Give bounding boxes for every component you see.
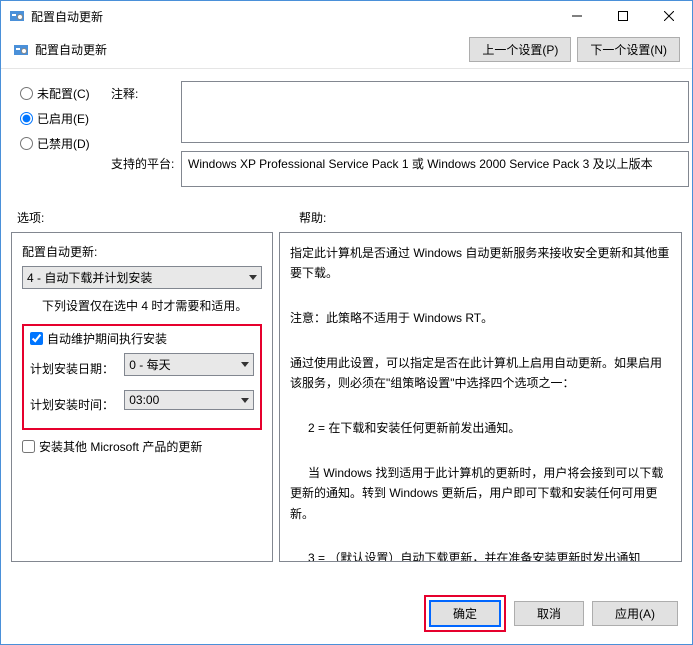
comment-label: 注释: [111,87,138,101]
help-text: 通过使用此设置，可以指定是否在此计算机上启用自动更新。如果启用该服务，则必须在"… [290,353,671,394]
radio-label: 已启用(E) [37,110,89,127]
prev-setting-button[interactable]: 上一个设置(P) [469,37,571,62]
help-panel: 指定此计算机是否通过 Windows 自动更新服务来接收安全更新和其他重要下载。… [279,232,682,562]
select-value: 4 - 自动下载并计划安装 [27,269,152,286]
window-icon [9,8,25,24]
help-text: 2 = 在下载和安装任何更新前发出通知。 [290,418,671,438]
chevron-down-icon [241,398,249,403]
radio-label: 未配置(C) [37,85,90,102]
options-panel: 配置自动更新: 4 - 自动下载并计划安装 下列设置仅在选中 4 时才需要和适用… [11,232,273,562]
policy-title: 配置自动更新 [35,41,469,58]
radio-label: 已禁用(D) [37,135,90,152]
radio-disabled[interactable]: 已禁用(D) [17,135,111,152]
radio-enabled[interactable]: 已启用(E) [17,110,111,127]
checkbox-label: 安装其他 Microsoft 产品的更新 [39,438,202,455]
help-text: 指定此计算机是否通过 Windows 自动更新服务来接收安全更新和其他重要下载。 [290,243,671,284]
platform-text: Windows XP Professional Service Pack 1 或… [181,151,689,187]
chevron-down-icon [241,362,249,367]
maximize-button[interactable] [600,1,646,31]
window-title: 配置自动更新 [31,8,554,25]
sched-time-label: 计划安装时间： [30,396,124,413]
sched-day-label: 计划安装日期： [30,360,124,377]
sched-time-select[interactable]: 03:00 [124,390,254,410]
select-value: 0 - 每天 [129,356,170,373]
options-label: 选项: [17,211,44,225]
next-setting-button[interactable]: 下一个设置(N) [577,37,680,62]
chevron-down-icon [249,275,257,280]
help-text: 3 = （默认设置）自动下载更新，并在准备安装更新时发出通知 [290,548,671,562]
maintenance-install-checkbox[interactable]: 自动维护期间执行安装 [30,330,254,347]
help-label: 帮助: [299,211,326,225]
checkbox-label: 自动维护期间执行安装 [47,330,167,347]
ok-highlight: 确定 [424,595,506,632]
select-value: 03:00 [129,393,159,407]
other-ms-checkbox[interactable]: 安装其他 Microsoft 产品的更新 [22,438,262,455]
options-group-title: 配置自动更新: [22,243,262,260]
cancel-button[interactable]: 取消 [514,601,584,626]
ok-button[interactable]: 确定 [429,600,501,627]
apply-button[interactable]: 应用(A) [592,601,678,626]
help-text: 注意：此策略不适用于 Windows RT。 [290,308,671,328]
update-mode-select[interactable]: 4 - 自动下载并计划安装 [22,266,262,289]
help-text: 当 Windows 找到适用于此计算机的更新时，用户将会接到可以下载更新的通知。… [290,463,671,524]
platform-label: 支持的平台: [111,157,174,171]
radio-not-configured[interactable]: 未配置(C) [17,85,111,102]
sched-day-select[interactable]: 0 - 每天 [124,353,254,376]
options-note: 下列设置仅在选中 4 时才需要和适用。 [42,297,262,314]
comment-textarea[interactable] [181,81,689,143]
policy-icon [13,42,29,58]
minimize-button[interactable] [554,1,600,31]
close-button[interactable] [646,1,692,31]
